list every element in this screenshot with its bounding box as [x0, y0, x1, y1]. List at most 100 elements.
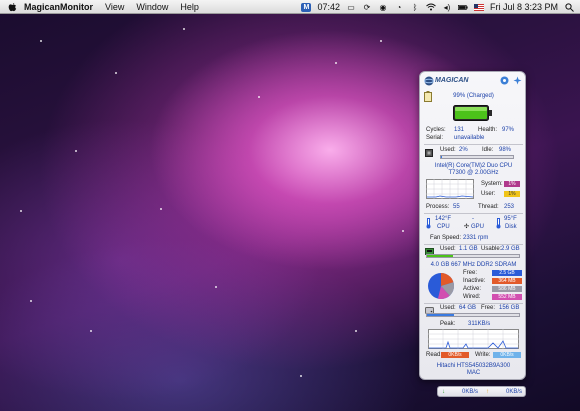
cpu-model-line1: Intel(R) Core(TM)2 Duo CPU: [434, 163, 513, 169]
disk-write-label: Write:: [475, 352, 491, 358]
disk-free-label: Free:: [481, 305, 496, 311]
cpu-system-label: System:: [481, 181, 503, 187]
expand-icon[interactable]: [513, 76, 522, 85]
mem-usage-bar: [426, 254, 520, 258]
cpu-thermometer-icon: [426, 218, 431, 229]
gpu-temp-value: -: [472, 216, 474, 222]
battery-percent: 99% (Charged): [453, 93, 494, 99]
cpu-used-value: 2%: [459, 147, 468, 153]
divider: [424, 244, 523, 245]
disk-read-label: Read:: [426, 352, 443, 358]
cpu-chip-icon: [425, 149, 433, 157]
download-speed: 0KB/s: [462, 389, 479, 395]
record-icon[interactable]: ◉: [378, 3, 388, 12]
disk-peak-label: Peak:: [440, 321, 456, 327]
cpu-temp-label: CPU: [437, 224, 450, 230]
disk-thermometer-icon: [496, 218, 501, 229]
input-flag-icon[interactable]: [473, 3, 484, 12]
volume-icon[interactable]: ◂): [442, 3, 452, 12]
disk-usage-bar: [426, 313, 520, 317]
thread-label: Thread:: [478, 204, 499, 210]
cpu-used-label: Used:: [440, 147, 456, 153]
mem-used-value: 1.1 GB: [459, 246, 478, 252]
cpu-user-label: User:: [481, 191, 496, 197]
disk-used-label: Used:: [440, 305, 456, 311]
health-label: Health:: [478, 127, 498, 133]
upload-speed: 0KB/s: [506, 389, 523, 395]
disk-model: Hitachi HTS545032B9A300: [436, 363, 511, 369]
memory-pie-chart: [428, 273, 454, 299]
disk-temp-value: 95°F: [504, 216, 517, 222]
battery-level-icon: [453, 105, 492, 121]
mem-usable-label: Usable:: [481, 246, 502, 252]
disk-usage-fill: [427, 314, 454, 316]
disk-peak-value: 311KB/s: [468, 321, 491, 327]
mem-wired-value: 552 MB: [492, 294, 522, 300]
cpu-idle-value: 98%: [499, 147, 512, 153]
divider: [424, 303, 523, 304]
clock-datetime[interactable]: Fri Jul 8 3:23 PM: [490, 2, 558, 12]
menu-help[interactable]: Help: [180, 2, 199, 12]
display-icon[interactable]: ▭: [346, 3, 356, 12]
cpu-history-graph: [426, 179, 474, 199]
cpu-system-value: 1%: [504, 181, 520, 187]
disk-activity-graph: [428, 329, 519, 349]
magican-logo-icon: [424, 76, 434, 86]
cpu-user-value: 1%: [504, 191, 520, 197]
wifi-icon[interactable]: [426, 3, 436, 12]
serial-label: Serial:: [426, 135, 444, 141]
cpu-model-line2: T7300 @ 2.00GHz: [448, 170, 499, 176]
mem-description: 4.0 GB 667 MHz DDR2 SDRAM: [430, 262, 517, 268]
spotlight-icon[interactable]: [564, 2, 574, 12]
mem-free-value: 2.5 GB: [492, 270, 522, 276]
divider: [424, 213, 523, 214]
disk-used-value: 64 GB: [459, 305, 477, 311]
fan-speed-value: 2331 rpm: [463, 235, 489, 241]
status-area: M 07:42 ▭ ⟳ ◉ ◔ ᛒ ◂) Fri Jul 8 3:23 PM: [295, 0, 574, 14]
mem-inactive-value: 364 MB: [492, 278, 522, 284]
sync-icon[interactable]: ⟳: [362, 3, 372, 12]
menu-view[interactable]: View: [105, 2, 124, 12]
disk-model-line2: MAC: [466, 370, 481, 376]
mem-wired-label: Wired:: [463, 294, 481, 300]
network-bar[interactable]: ↓ 0KB/s ↑ 0KB/s: [437, 386, 526, 397]
mem-active-label: Active:: [463, 286, 482, 292]
magican-menubar-icon[interactable]: M: [301, 2, 312, 12]
process-value: 55: [453, 204, 460, 210]
menu-window[interactable]: Window: [136, 2, 168, 12]
cycles-label: Cycles:: [426, 127, 446, 133]
cpu-idle-label: Idle:: [482, 147, 494, 153]
brand-label: MAGICAN: [435, 77, 469, 84]
health-value: 97%: [502, 127, 515, 133]
thread-value: 253: [504, 204, 515, 210]
serial-value: unavailable: [454, 135, 485, 141]
app-menu[interactable]: MagicanMonitor: [24, 2, 93, 12]
cpu-usage-fill: [441, 156, 443, 158]
menu-bar: MagicanMonitor View Window Help M 07:42 …: [0, 0, 580, 14]
process-label: Process:: [426, 204, 450, 210]
mem-inactive-label: Inactive:: [463, 278, 486, 284]
cycles-value: 131: [454, 127, 465, 133]
settings-gear-icon[interactable]: [500, 76, 509, 85]
bluetooth-icon[interactable]: ᛒ: [410, 3, 420, 12]
download-arrow-icon: ↓: [442, 389, 445, 395]
mem-usage-fill: [427, 255, 453, 257]
cpu-usage-bar: [440, 155, 514, 159]
disk-write-value: 0KB/s: [493, 352, 521, 358]
time-machine-icon[interactable]: ◔: [394, 3, 404, 12]
disk-temp-label: Disk: [505, 224, 517, 230]
fan-speed-label: Fan Speed:: [430, 235, 462, 241]
disk-free-value: 156 GB: [499, 305, 520, 311]
mem-free-label: Free:: [463, 270, 478, 276]
magican-widget[interactable]: MAGICAN 99% (Charged) Cycles: 131 Health…: [419, 71, 526, 380]
mem-used-label: Used:: [440, 246, 456, 252]
cpu-temp-value: 142°F: [435, 216, 452, 222]
gpu-temp-label: GPU: [471, 224, 485, 230]
mem-usable-value: 2.9 GB: [501, 246, 520, 252]
divider: [424, 144, 523, 145]
clock-time[interactable]: 07:42: [317, 2, 340, 12]
gpu-icon: ✣: [464, 224, 470, 230]
disk-read-value: 0KB/s: [441, 352, 469, 358]
apple-menu-icon[interactable]: [8, 2, 17, 12]
battery-menubar-icon[interactable]: [457, 3, 468, 12]
